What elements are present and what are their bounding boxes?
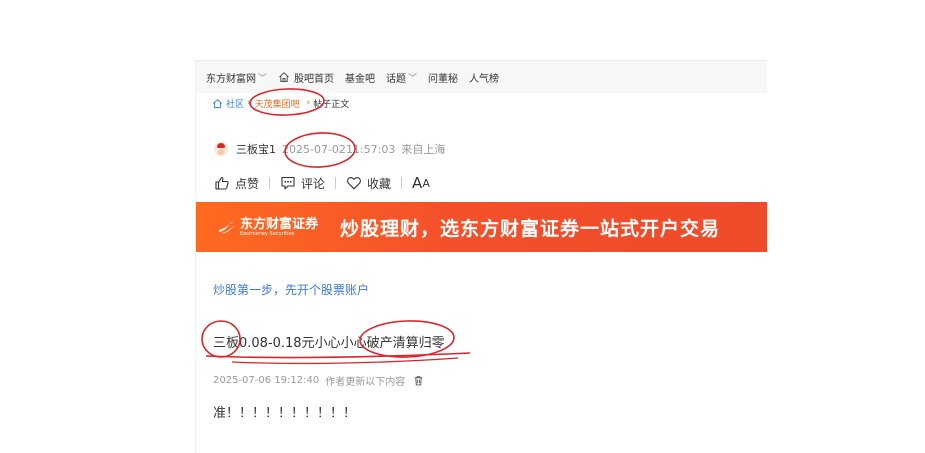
action-bar: 点赞 评论 收藏 AA (214, 173, 430, 193)
update-note: 作者更新以下内容 (325, 377, 406, 388)
font-size-large: A (412, 174, 423, 192)
nav-popularity[interactable]: 人气榜 (469, 70, 499, 85)
favorite-button[interactable]: 收藏 (346, 175, 391, 192)
banner-slogan: 炒股理财，选东方财富证券一站式开户交易 (340, 217, 721, 240)
author-name[interactable]: 三板宝1 (236, 141, 276, 157)
favorite-label: 收藏 (367, 176, 392, 191)
nav-fund-bar-label: 基金吧 (345, 73, 376, 85)
divider (269, 177, 271, 189)
comment-button[interactable]: 评论 (280, 175, 325, 192)
divider (401, 177, 403, 189)
eastmoney-ad-banner[interactable]: 东方财富证券 Eastmoney Securities 炒股理财，选东方财富证券… (196, 202, 767, 252)
post-content: 准！！！！！！！！！！ (213, 406, 357, 421)
avatar[interactable] (214, 142, 228, 156)
thumbs-up-icon (215, 176, 229, 190)
comment-icon (281, 176, 295, 190)
chevron-right-icon: › (247, 98, 251, 108)
breadcrumb-community[interactable]: 社区 (226, 97, 244, 110)
chevron-right-icon: › (306, 98, 311, 108)
home-icon (279, 72, 289, 82)
breadcrumb: 社区 › 天茂集团吧 › 帖子正文 (212, 95, 349, 111)
home-icon (213, 98, 222, 108)
logo-en-text: Eastmoney Securities (240, 230, 295, 237)
nav-eastmoney-label: 东方财富网 (206, 73, 256, 85)
logo-cn-text: 东方财富证券 (240, 216, 319, 232)
post-title: 三板0.08-0.18元小心小心破产清算归零 (213, 336, 445, 351)
post-time: 11:57:03 (345, 142, 396, 156)
nav-guba-home[interactable]: 股吧首页 (278, 70, 334, 85)
update-info: 2025-07-06 19:12:40 作者更新以下内容 (213, 373, 424, 388)
open-account-link[interactable]: 炒股第一步，先开个股票账户 (213, 281, 369, 298)
font-size-small: A (422, 176, 430, 190)
like-button[interactable]: 点赞 (214, 175, 259, 192)
nav-ask-secretary-label: 问董秘 (428, 73, 459, 85)
divider (335, 177, 337, 189)
top-nav: 东方财富网 ﹀ 股吧首页 基金吧 话题 ﹀ 问董秘 人气榜 (196, 60, 767, 93)
nav-topics-label: 话题 (386, 73, 407, 85)
nav-eastmoney[interactable]: 东方财富网 ﹀ (206, 70, 267, 85)
chevron-down-icon: ﹀ (408, 73, 418, 84)
nav-ask-secretary[interactable]: 问董秘 (428, 70, 458, 85)
comment-label: 评论 (301, 176, 326, 191)
nav-popularity-label: 人气榜 (469, 73, 500, 85)
author-line: 三板宝1 2025-07-02 11:57:03 来自上海 (214, 140, 445, 158)
eastmoney-logo-icon (219, 221, 235, 234)
chevron-down-icon: ﹀ (258, 73, 268, 84)
breadcrumb-current: 帖子正文 (313, 99, 350, 110)
heart-icon (347, 177, 362, 190)
post-location: 来自上海 (401, 143, 446, 156)
post-date: 2025-07-02 (282, 142, 346, 156)
nav-fund-bar[interactable]: 基金吧 (345, 70, 375, 85)
eastmoney-securities-logo: 东方财富证券 Eastmoney Securities (218, 218, 318, 237)
trash-icon[interactable] (413, 375, 424, 386)
font-size-toggle[interactable]: AA (412, 174, 430, 192)
update-time: 2025-07-06 19:12:40 (213, 375, 320, 386)
breadcrumb-bar[interactable]: 天茂集团吧 (255, 97, 300, 110)
like-label: 点赞 (235, 176, 260, 191)
nav-guba-home-label: 股吧首页 (294, 73, 335, 85)
nav-topics[interactable]: 话题 ﹀ (386, 70, 417, 85)
post-page: 东方财富网 ﹀ 股吧首页 基金吧 话题 ﹀ 问董秘 人气榜 社区 › 天茂集团吧… (195, 60, 767, 453)
